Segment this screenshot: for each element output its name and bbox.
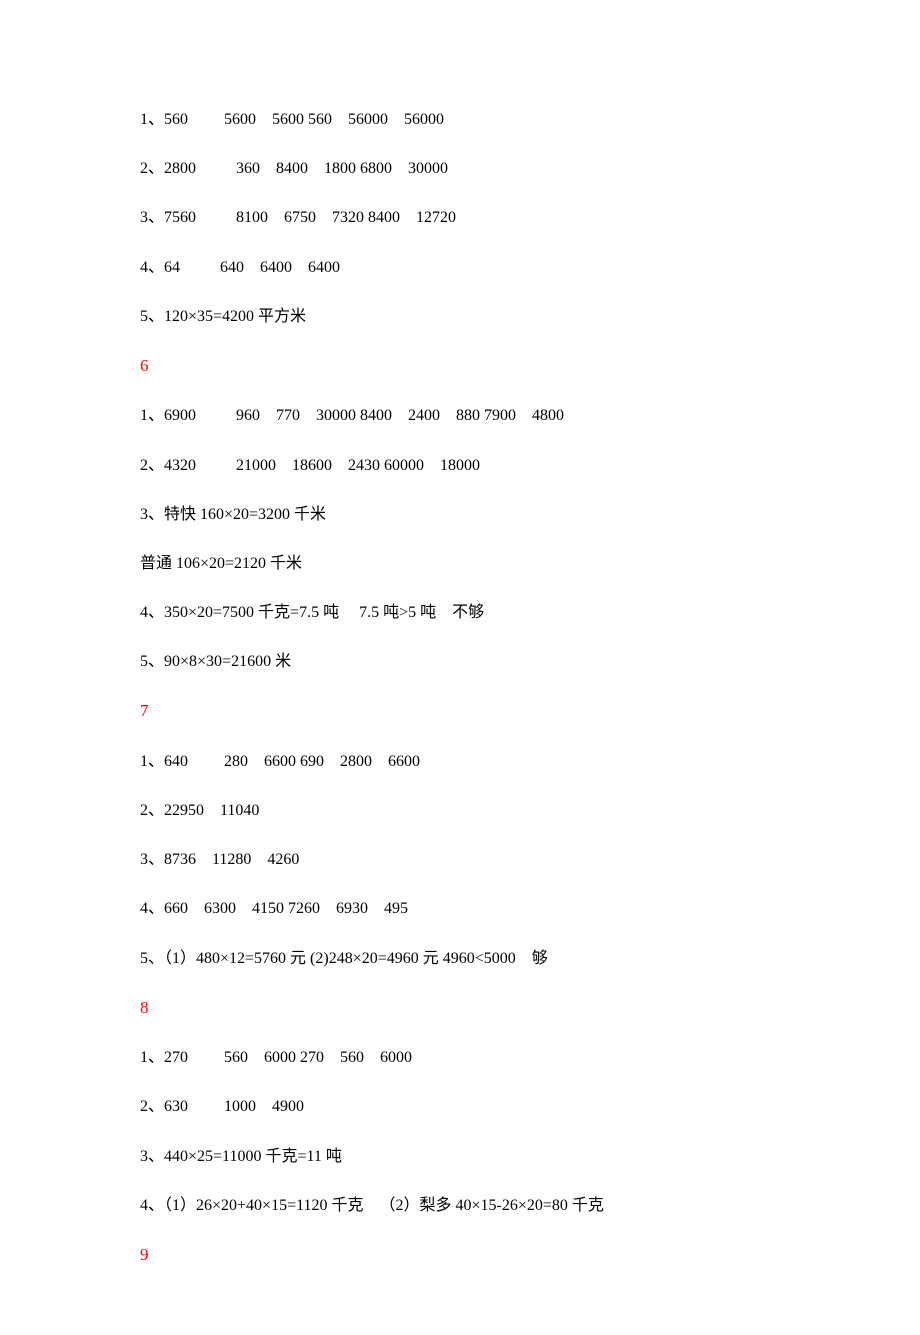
answer-line: 2、4320 21000 18600 2430 60000 18000 <box>140 456 780 475</box>
answer-line: 4、660 6300 4150 7260 6930 495 <box>140 899 780 918</box>
answer-line: 5、（1）480×12=5760 元 (2)248×20=4960 元 4960… <box>140 949 780 968</box>
document-page: 1、560 5600 5600 560 56000 56000 2、2800 36… <box>0 0 920 1335</box>
answer-line: 1、6900 960 770 30000 8400 2400 880 7900 … <box>140 406 780 425</box>
answer-line: 2、22950 11040 <box>140 801 780 820</box>
answer-line: 5、120×35=4200 平方米 <box>140 307 780 326</box>
answer-line: 3、440×25=11000 千克=11 吨 <box>140 1147 780 1166</box>
answer-line: 4、64 640 6400 6400 <box>140 258 780 277</box>
answer-line: 1、560 5600 5600 560 56000 56000 <box>140 110 780 129</box>
section-number: 7 <box>140 701 780 721</box>
answer-line: 3、特快 160×20=3200 千米 <box>140 505 780 524</box>
answer-line: 4、（1）26×20+40×15=1120 千克 （2）梨多 40×15-26×… <box>140 1196 780 1215</box>
answer-line: 1、640 280 6600 690 2800 6600 <box>140 752 780 771</box>
section-number: 6 <box>140 356 780 376</box>
answer-line: 1、270 560 6000 270 560 6000 <box>140 1048 780 1067</box>
answer-line: 4、350×20=7500 千克=7.5 吨 7.5 吨>5 吨 不够 <box>140 603 780 622</box>
answer-line: 5、90×8×30=21600 米 <box>140 652 780 671</box>
section-number: 8 <box>140 998 780 1018</box>
answer-line: 2、2800 360 8400 1800 6800 30000 <box>140 159 780 178</box>
answer-line: 3、8736 11280 4260 <box>140 850 780 869</box>
answer-line: 3、7560 8100 6750 7320 8400 12720 <box>140 208 780 227</box>
answer-line: 普通 106×20=2120 千米 <box>140 554 780 573</box>
answer-line: 2、630 1000 4900 <box>140 1097 780 1116</box>
section-number: 9 <box>140 1245 780 1265</box>
